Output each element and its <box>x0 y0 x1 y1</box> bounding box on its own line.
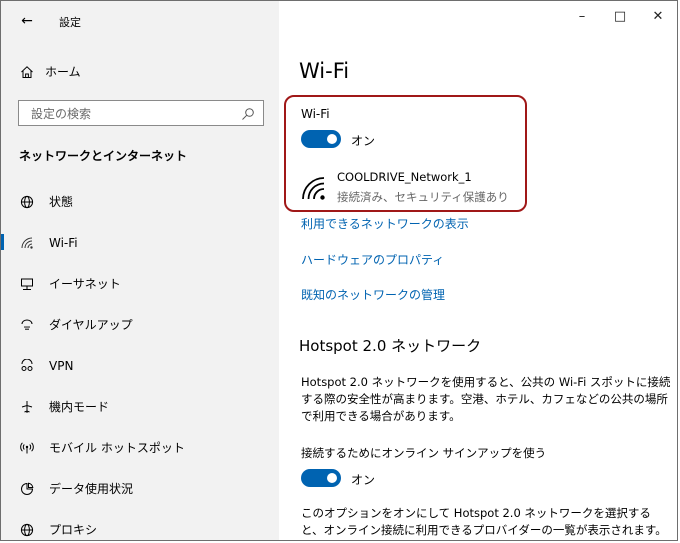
home-label: ホーム <box>45 65 81 79</box>
vpn-icon <box>19 358 35 373</box>
sidebar-item-label: プロキシ <box>49 523 98 537</box>
wifi-toggle[interactable] <box>301 130 341 148</box>
sidebar-item-label: VPN <box>49 358 74 373</box>
ethernet-icon <box>19 277 35 291</box>
sidebar-item-label: データ使用状況 <box>49 482 134 496</box>
manage-known-networks-link[interactable]: 既知のネットワークの管理 <box>301 286 445 303</box>
sidebar-item-label: イーサネット <box>49 277 121 291</box>
connected-network[interactable]: COOLDRIVE_Network_1 接続済み、セキュリティ保護あり <box>299 167 521 209</box>
sidebar-item-data-usage[interactable]: データ使用状況 <box>1 468 279 509</box>
title-bar: ← 設定 <box>1 1 279 39</box>
hotspot-icon <box>19 441 35 455</box>
show-available-networks-link[interactable]: 利用できるネットワークの表示 <box>301 215 469 232</box>
sidebar-item-dialup[interactable]: ダイヤルアップ <box>1 304 279 345</box>
sidebar-item-label: 状態 <box>49 195 74 209</box>
wifi-icon <box>19 236 35 250</box>
data-usage-icon <box>19 482 35 496</box>
sidebar: ← 設定 ホーム ネットワークとインターネット 状態 <box>1 1 279 540</box>
sidebar-item-proxy[interactable]: プロキシ <box>1 509 279 540</box>
proxy-globe-icon <box>19 523 35 537</box>
home-icon <box>19 64 35 80</box>
sidebar-home[interactable]: ホーム <box>19 63 81 80</box>
hotspot-footer-text: このオプションをオンにして Hotspot 2.0 ネットワークを選択すると、オ… <box>301 506 667 537</box>
settings-window: ← 設定 ホーム ネットワークとインターネット 状態 <box>0 0 678 541</box>
sidebar-item-airplane[interactable]: 機内モード <box>1 386 279 427</box>
search-box[interactable] <box>18 100 264 126</box>
sidebar-item-label: Wi-Fi <box>49 235 78 250</box>
online-signup-label: 接続するためにオンライン サインアップを使う <box>301 446 547 460</box>
app-title: 設定 <box>59 16 81 29</box>
search-icon[interactable] <box>241 106 255 120</box>
sidebar-item-wifi[interactable]: Wi-Fi <box>1 222 279 263</box>
sidebar-item-label: モバイル ホットスポット <box>49 441 185 455</box>
sidebar-item-label: ダイヤルアップ <box>49 318 133 332</box>
hotspot-heading: Hotspot 2.0 ネットワーク <box>299 337 482 355</box>
hotspot-description: Hotspot 2.0 ネットワークを使用すると、公共の Wi-Fi スポットに… <box>301 375 671 423</box>
wifi-toggle-state: オン <box>351 134 376 148</box>
network-name: COOLDRIVE_Network_1 <box>337 170 472 184</box>
main-content: Wi-Fi Wi-Fi オン COOLDRIVE_Network_1 接続済み、… <box>279 1 677 540</box>
section-title: ネットワークとインターネット <box>19 149 188 163</box>
back-arrow-icon[interactable]: ← <box>17 11 37 31</box>
online-signup-toggle-state: オン <box>351 473 376 487</box>
airplane-icon <box>19 400 35 414</box>
page-title: Wi-Fi <box>299 59 350 83</box>
sidebar-item-vpn[interactable]: VPN <box>1 345 279 386</box>
sidebar-item-status[interactable]: 状態 <box>1 181 279 222</box>
sidebar-item-label: 機内モード <box>49 400 110 414</box>
sidebar-item-ethernet[interactable]: イーサネット <box>1 263 279 304</box>
hardware-properties-link[interactable]: ハードウェアのプロパティ <box>301 251 444 268</box>
search-input[interactable] <box>29 104 233 124</box>
wifi-signal-icon <box>301 175 327 201</box>
sidebar-nav: 状態 Wi-Fi イーサネット ダイヤルアップ VPN 機内モード モバイル ホ… <box>1 181 279 540</box>
dialup-icon <box>19 318 35 332</box>
wifi-section-label: Wi-Fi <box>301 107 330 121</box>
sidebar-item-hotspot[interactable]: モバイル ホットスポット <box>1 427 279 468</box>
globe-icon <box>19 195 35 209</box>
network-status: 接続済み、セキュリティ保護あり <box>337 190 509 204</box>
online-signup-toggle[interactable] <box>301 469 341 487</box>
